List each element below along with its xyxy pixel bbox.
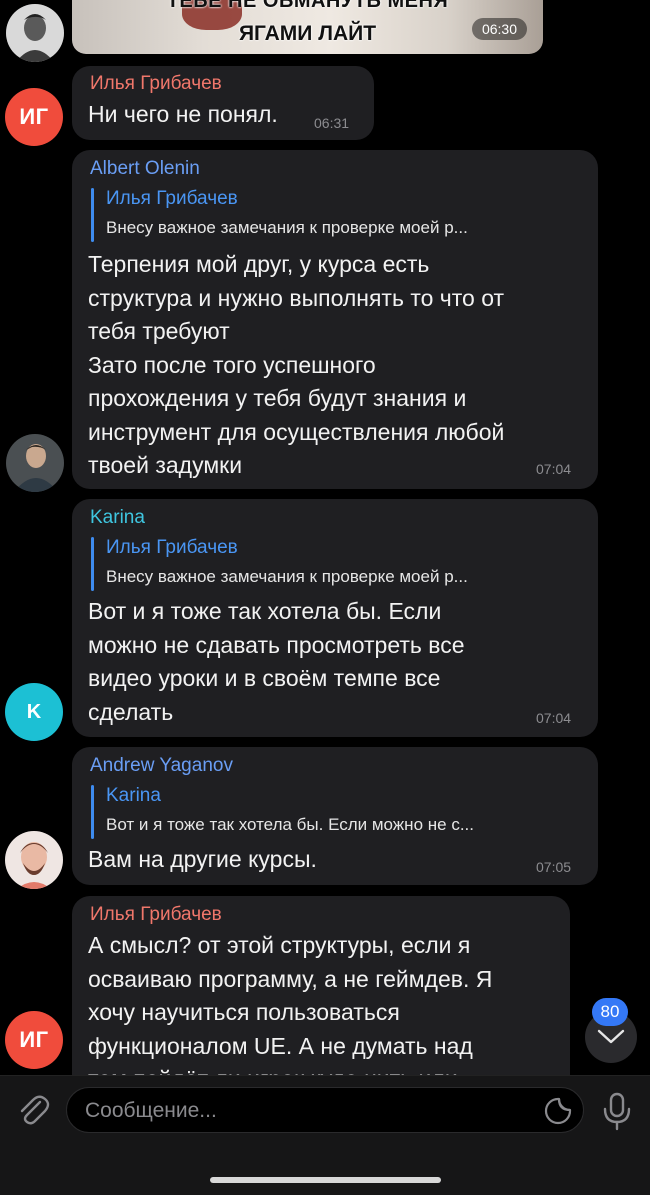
sender-name[interactable]: Andrew Yaganov (90, 755, 233, 777)
reply-text: Внесу важное замечания к проверке моей р… (106, 567, 468, 586)
message-text: А смысл? от этой структуры, если я осваи… (88, 932, 493, 1075)
reply-text: Внесу важное замечания к проверке моей р… (106, 218, 468, 237)
sender-name[interactable]: Илья Грибачев (90, 904, 222, 926)
image-message[interactable]: ТЕБЕ НЕ ОБМАНУТЬ МЕНЯ ЯГАМИ ЛАЙТ 06:30 (72, 0, 543, 54)
sticker-button[interactable] (543, 1096, 573, 1126)
reply-quote[interactable]: Илья Грибачев Внесу важное замечания к п… (91, 537, 586, 591)
person-photo-icon (6, 434, 64, 492)
avatar-albert[interactable] (6, 434, 64, 492)
reply-sender: Илья Грибачев (106, 188, 238, 209)
message-text: Вот и я тоже так хотела бы. Если можно н… (88, 598, 465, 725)
voice-message-button[interactable] (600, 1091, 634, 1131)
image-caption-line1: ТЕБЕ НЕ ОБМАНУТЬ МЕНЯ (166, 0, 449, 12)
message-bubble[interactable]: Илья Грибачев Ни чего не понял. 06:31 (72, 66, 374, 140)
message-time: 07:05 (536, 859, 572, 875)
message-input[interactable] (83, 1088, 527, 1134)
message-input-wrapper (66, 1087, 584, 1134)
chat-area[interactable]: ТЕБЕ НЕ ОБМАНУТЬ МЕНЯ ЯГАМИ ЛАЙТ 06:30 И… (0, 0, 650, 1075)
message-bubble[interactable]: Albert Olenin Илья Грибачев Внесу важное… (72, 150, 598, 489)
reply-bar (91, 537, 94, 591)
sender-name[interactable]: Albert Olenin (90, 158, 200, 180)
avatar-andrew[interactable] (5, 831, 63, 889)
composer-bar (0, 1075, 650, 1195)
unread-count-badge: 80 (592, 998, 628, 1026)
reply-bar (91, 785, 94, 839)
reply-quote[interactable]: Илья Грибачев Внесу важное замечания к п… (91, 188, 586, 242)
message-text: Вам на другие курсы. (88, 846, 317, 872)
message-bubble[interactable]: Andrew Yaganov Karina Вот и я тоже так х… (72, 747, 598, 885)
avatar-ilya[interactable]: ИГ (5, 1011, 63, 1069)
avatar-ilya[interactable]: ИГ (5, 88, 63, 146)
avatar-user-1[interactable] (6, 4, 64, 62)
avatar-karina[interactable]: K (5, 683, 63, 741)
sender-name[interactable]: Илья Грибачев (90, 73, 222, 95)
message-time: 07:04 (536, 710, 572, 726)
reply-sender: Илья Грибачев (106, 537, 238, 558)
reply-quote[interactable]: Karina Вот и я тоже так хотела бы. Если … (91, 785, 586, 839)
home-indicator (210, 1177, 441, 1183)
chevron-down-icon (597, 1029, 625, 1044)
message-time: 06:31 (314, 115, 350, 131)
person-photo-icon (6, 4, 64, 62)
message-text: Ни чего не понял. (88, 101, 278, 127)
message-bubble[interactable]: Илья Грибачев А смысл? от этой структуры… (72, 896, 570, 1075)
microphone-icon (603, 1092, 631, 1131)
reply-sender: Karina (106, 785, 161, 806)
sender-name[interactable]: Karina (90, 507, 145, 529)
attach-button[interactable] (14, 1091, 52, 1129)
message-text: Терпения мой друг, у курса есть структур… (88, 251, 505, 478)
sticker-icon (544, 1097, 572, 1125)
message-time: 07:04 (536, 461, 572, 477)
cartoon-avatar-icon (5, 831, 63, 889)
reply-bar (91, 188, 94, 242)
paperclip-icon (20, 1095, 50, 1125)
message-time: 06:30 (471, 18, 527, 40)
reply-text: Вот и я тоже так хотела бы. Если можно н… (106, 815, 474, 834)
message-bubble[interactable]: Karina Илья Грибачев Внесу важное замеча… (72, 499, 598, 737)
